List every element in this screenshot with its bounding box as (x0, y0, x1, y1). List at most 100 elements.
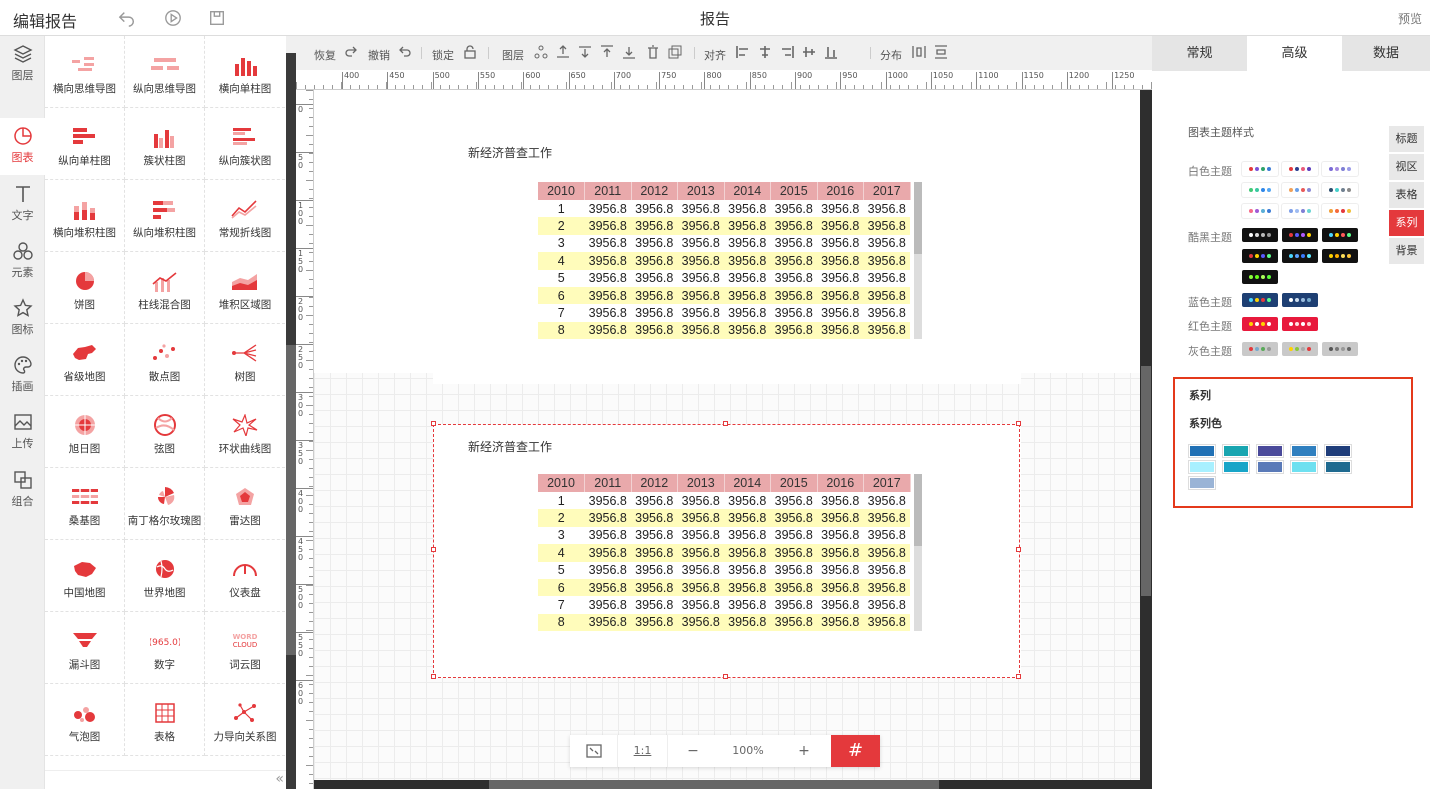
series-color-swatch[interactable] (1223, 461, 1249, 473)
section-tab[interactable]: 标题 (1389, 126, 1424, 152)
theme-swatch[interactable] (1322, 204, 1358, 218)
sidebar-item-layers[interactable]: 图层 (0, 36, 45, 93)
tab-data[interactable]: 数据 (1342, 36, 1430, 71)
delete-icon[interactable] (646, 45, 660, 59)
table-scrollbar[interactable] (914, 182, 922, 339)
section-tab[interactable]: 表格 (1389, 182, 1424, 208)
distribute-vertical-icon[interactable] (934, 45, 948, 59)
sidebar-item-text[interactable]: 文字 (0, 176, 45, 233)
series-color-swatch[interactable] (1257, 461, 1283, 473)
chart-type-item[interactable]: WORD CLOUD 词云图 (205, 612, 285, 684)
chart-type-item[interactable]: 世界地图 (125, 540, 205, 612)
undo-icon[interactable] (118, 9, 136, 27)
section-tab[interactable]: 系列 (1389, 210, 1424, 236)
chart-type-item[interactable]: 环状曲线图 (205, 396, 285, 468)
chart-type-item[interactable]: 柱线混合图 (125, 252, 205, 324)
grid-toggle-button[interactable]: # (831, 735, 880, 767)
theme-swatch[interactable] (1242, 342, 1278, 356)
scrollbar-thumb[interactable] (489, 780, 939, 789)
chart-type-item[interactable]: 力导向关系图 (205, 684, 285, 756)
selection-box[interactable] (433, 424, 1020, 678)
sidebar-item-illustration[interactable]: 插画 (0, 347, 45, 404)
theme-swatch[interactable] (1322, 183, 1358, 197)
sidebar-item-chart[interactable]: 图表 (0, 118, 45, 175)
resize-handle[interactable] (1016, 547, 1021, 552)
play-icon[interactable] (164, 9, 182, 27)
theme-swatch[interactable] (1282, 204, 1318, 218)
distribute-horizontal-icon[interactable] (912, 45, 926, 59)
chart-type-item[interactable]: 簇状柱图 (125, 108, 205, 180)
theme-swatch[interactable] (1242, 270, 1278, 284)
align-center-icon[interactable] (758, 45, 772, 59)
scrollbar-thumb[interactable] (914, 182, 922, 254)
align-top-icon[interactable] (802, 45, 816, 59)
theme-swatch[interactable] (1322, 342, 1358, 356)
theme-swatch[interactable] (1242, 183, 1278, 197)
series-color-swatch[interactable] (1325, 461, 1351, 473)
canvas-horizontal-scrollbar[interactable] (314, 780, 1140, 789)
lock-icon[interactable] (463, 45, 477, 59)
chart-type-item[interactable]: 旭日图 (45, 396, 125, 468)
theme-swatch[interactable] (1282, 317, 1318, 331)
chart-type-item[interactable]: 横向堆积柱图 (45, 180, 125, 252)
bring-to-front-icon[interactable] (600, 45, 614, 59)
theme-swatch[interactable] (1242, 317, 1278, 331)
chart-type-item[interactable]: (965.0) 数字 (125, 612, 205, 684)
fit-screen-button[interactable] (570, 735, 618, 767)
scrollbar-thumb[interactable] (1141, 366, 1151, 596)
chart-type-item[interactable]: 仪表盘 (205, 540, 285, 612)
collapse-panel-icon[interactable]: « (275, 771, 284, 787)
save-icon[interactable] (208, 9, 226, 27)
send-backward-icon[interactable] (578, 45, 592, 59)
actual-size-button[interactable]: 1:1 (618, 735, 668, 767)
theme-swatch[interactable] (1282, 183, 1318, 197)
align-button[interactable]: 对齐 (704, 47, 726, 63)
theme-swatch[interactable] (1282, 342, 1318, 356)
preview-button[interactable]: 预览 (1398, 10, 1422, 27)
resize-handle[interactable] (431, 421, 436, 426)
lock-button[interactable]: 锁定 (432, 47, 454, 63)
series-color-swatch[interactable] (1189, 461, 1215, 473)
series-color-swatch[interactable] (1291, 445, 1317, 457)
theme-swatch[interactable] (1242, 228, 1278, 242)
chart-type-item[interactable]: 桑基图 (45, 468, 125, 540)
series-color-swatch[interactable] (1291, 461, 1317, 473)
theme-swatch[interactable] (1242, 249, 1278, 263)
zoom-out-button[interactable]: − (668, 735, 718, 767)
chart-type-item[interactable]: 南丁格尔玫瑰图 (125, 468, 205, 540)
resize-handle[interactable] (723, 421, 728, 426)
chart-type-item[interactable]: 纵向堆积柱图 (125, 180, 205, 252)
report-canvas[interactable]: 新经济普查工作 2010 2011 2012 2013 2014 2015 2016 2017… (314, 90, 1140, 789)
chart-type-item[interactable]: 漏斗图 (45, 612, 125, 684)
bring-forward-icon[interactable] (556, 45, 570, 59)
distribute-button[interactable]: 分布 (880, 47, 902, 63)
series-color-swatch[interactable] (1189, 477, 1215, 489)
chart-type-item[interactable]: 弦图 (125, 396, 205, 468)
theme-swatch[interactable] (1322, 249, 1358, 263)
theme-swatch[interactable] (1282, 162, 1318, 176)
layer-order-icon[interactable] (534, 45, 548, 59)
resize-handle[interactable] (431, 674, 436, 679)
send-to-back-icon[interactable] (622, 45, 636, 59)
layer-button[interactable]: 图层 (502, 47, 524, 63)
chart-type-item[interactable]: 纵向簇状图 (205, 108, 285, 180)
redo-button[interactable]: 恢复 (314, 47, 336, 63)
theme-swatch[interactable] (1322, 228, 1358, 242)
chart-type-item[interactable]: 中国地图 (45, 540, 125, 612)
chart-list-scrollbar[interactable] (286, 53, 296, 789)
series-color-swatch[interactable] (1257, 445, 1283, 457)
chart-type-item[interactable]: 纵向思维导图 (125, 36, 205, 108)
sidebar-item-group[interactable]: 组合 (0, 462, 45, 519)
undo-button[interactable]: 撤销 (368, 47, 390, 63)
chart-type-item[interactable]: 散点图 (125, 324, 205, 396)
theme-swatch[interactable] (1322, 162, 1358, 176)
align-left-icon[interactable] (736, 45, 750, 59)
zoom-in-button[interactable]: + (778, 735, 830, 767)
series-color-swatch[interactable] (1325, 445, 1351, 457)
canvas-vertical-scrollbar[interactable] (1140, 90, 1152, 789)
theme-swatch[interactable] (1242, 204, 1278, 218)
chart-type-item[interactable]: 堆积区域图 (205, 252, 285, 324)
chart-type-item[interactable]: 气泡图 (45, 684, 125, 756)
chart-type-item[interactable]: 树图 (205, 324, 285, 396)
chart-type-item[interactable]: 常规折线图 (205, 180, 285, 252)
